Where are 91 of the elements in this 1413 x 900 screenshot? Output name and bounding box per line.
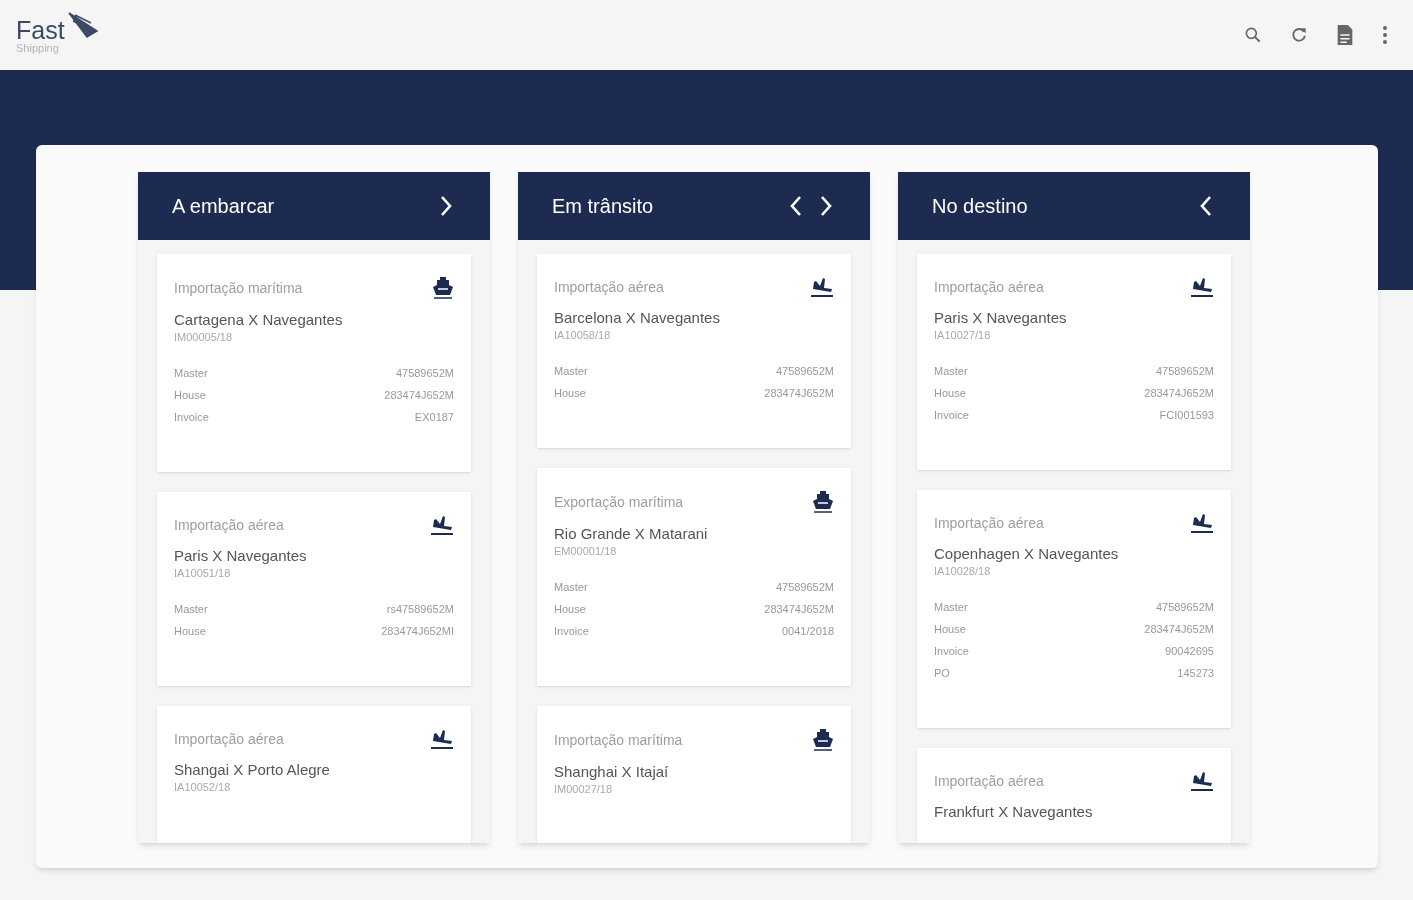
shipment-code: IA10051/18 [174,566,232,580]
next-button[interactable] [818,194,834,218]
next-button[interactable] [438,194,454,218]
field-label: Invoice [934,407,969,423]
ship-icon [812,728,834,752]
shipment-type: Importação marítima [554,730,683,750]
field-value: EX0187 [414,409,454,425]
document-icon [1335,24,1355,46]
field-value: 0041/2018 [782,623,834,639]
field-value: 47589652M [775,363,834,379]
logo-text: Fast [16,16,65,43]
refresh-icon [1289,25,1309,45]
field-value: 47589652M [395,365,454,381]
field-value: 47589652M [1155,363,1214,379]
plane-landing-icon [810,276,834,298]
shipment-type: Importação aérea [934,771,1044,791]
field-label: House [934,621,966,637]
wing-icon [66,10,99,41]
route-text: Cartagena X Navegantes [174,310,344,330]
field-value: 283474J652M [384,387,454,403]
shipment-card[interactable]: Importação aérea Copenhagen X Navegantes IA10028/18 Master 47589652M House 283474J652M Invoice 90042695 PO 145273 [917,490,1231,728]
shipment-code: IM00027/18 [554,782,614,796]
shipment-code: IA10028/18 [934,564,992,578]
shipment-card[interactable]: Importação aérea Paris X Navegantes IA10027/18 Master 47589652M House 283474J652M Invoice FCI001593 [917,254,1231,470]
field-label: House [554,601,586,617]
field-label: Invoice [934,643,969,659]
shipment-type: Importação aérea [554,277,664,297]
field-label: House [934,385,966,401]
shipment-card[interactable]: Importação aérea Shangai X Porto Alegre IA10052/18 [157,706,471,843]
shipment-code: IA10027/18 [934,328,992,342]
plane-landing-icon [1190,512,1214,534]
field-label: Master [554,363,588,379]
plane-landing-icon [1190,276,1214,298]
field-label: House [174,623,206,639]
column-title: Em trânsito [552,194,654,219]
route-text: Paris X Navegantes [174,546,308,566]
field-label: Master [174,365,208,381]
field-label: Invoice [554,623,589,639]
field-value: 283474J652M [764,601,834,617]
column-title: A embarcar [172,194,275,219]
shipment-type: Importação aérea [934,277,1044,297]
plane-landing-icon [1190,770,1214,792]
route-text: Barcelona X Navegantes [554,308,721,328]
field-value: 283474J652M [1144,621,1214,637]
shipment-card[interactable]: Importação marítima Cartagena X Navegantes IM00005/18 Master 47589652M House 283474J652M Invoice EX0187 [157,254,471,472]
route-text: Shanghai X Itajaí [554,762,670,782]
field-label: Master [934,599,968,615]
shipment-type: Importação aérea [934,513,1044,533]
shipment-card[interactable]: Importação marítima Shanghai X Itajaí IM00027/18 [537,706,851,843]
field-label: Master [554,579,588,595]
plane-landing-icon [430,728,454,750]
plane-landing-icon [430,514,454,536]
field-value: 145273 [1177,665,1214,681]
shipment-card[interactable]: Importação aérea Barcelona X Navegantes IA10058/18 Master 47589652M House 283474J652M [537,254,851,448]
previous-button[interactable] [1198,194,1214,218]
shipment-card[interactable]: Importação aérea Frankfurt X Navegantes [917,748,1231,843]
shipment-type: Importação aérea [174,729,284,749]
route-text: Paris X Navegantes [934,308,1068,328]
field-value: 47589652M [775,579,834,595]
ship-icon [812,490,834,514]
field-value: 283474J652M [1144,385,1214,401]
field-value: FCI001593 [1159,407,1214,423]
shipment-type: Exportação marítima [554,492,684,512]
field-value: 283474J652MI [381,623,454,639]
field-label: Master [174,601,208,617]
shipment-code: EM00001/18 [554,544,618,558]
field-label: Invoice [174,409,209,425]
shipment-code: IA10058/18 [554,328,612,342]
field-value: 283474J652M [764,385,834,401]
shipment-card[interactable]: Importação aérea Paris X Navegantes IA10051/18 Master rs47589652M House 283474J652MI [157,492,471,686]
column-title: No destino [932,194,1028,219]
field-value: 90042695 [1165,643,1214,659]
route-text: Copenhagen X Navegantes [934,544,1120,564]
shipment-card[interactable]: Exportação marítima Rio Grande X Matarani EM00001/18 Master 47589652M House 283474J652M Invoice 0041/2018 [537,468,851,686]
shipment-type: Importação marítima [174,278,303,298]
route-text: Rio Grande X Matarani [554,524,709,544]
field-value: 47589652M [1155,599,1214,615]
field-label: Master [934,363,968,379]
search-icon [1243,25,1263,45]
field-label: House [554,385,586,401]
shipment-type: Importação aérea [174,515,284,535]
route-text: Shangai X Porto Alegre [174,760,331,780]
field-label: PO [934,665,950,681]
logo-tagline: Shipping [16,42,60,54]
field-value: rs47589652M [386,601,454,617]
field-label: House [174,387,206,403]
route-text: Frankfurt X Navegantes [934,802,1094,822]
shipment-code: IM00005/18 [174,330,234,344]
ship-icon [432,276,454,300]
previous-button[interactable] [788,194,804,218]
shipment-code: IA10052/18 [174,780,232,794]
